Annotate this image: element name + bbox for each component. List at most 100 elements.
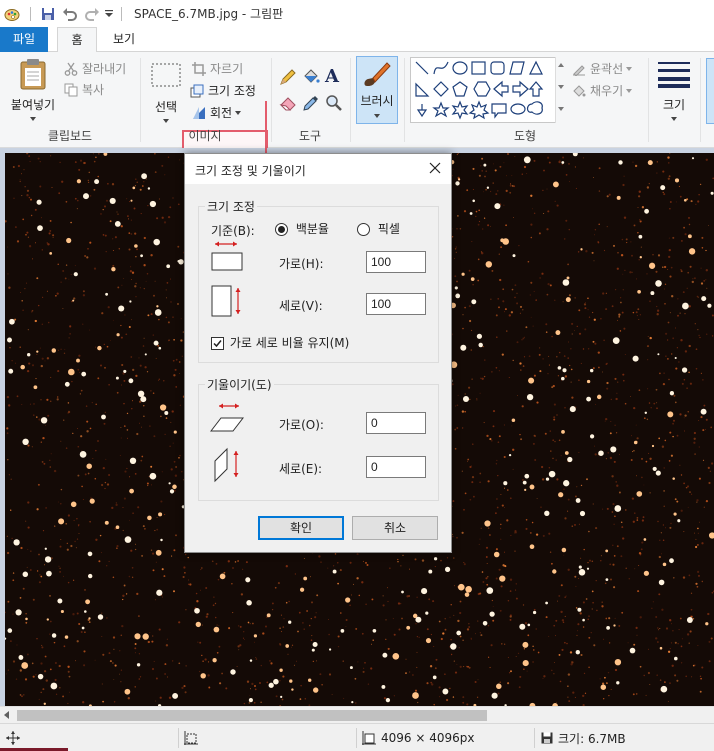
tab-view[interactable]: 보기 [104, 27, 144, 52]
shapes-group-label: 도형 [513, 129, 537, 143]
group-separator [648, 58, 649, 142]
expand-gallery-icon[interactable] [558, 107, 564, 111]
chevron-down-icon[interactable] [558, 85, 564, 89]
copy-button[interactable]: 복사 [64, 81, 104, 98]
shapes-grid-icon [415, 60, 544, 120]
resize-icon [190, 84, 204, 98]
rotate-icon [192, 106, 206, 120]
resize-section-title: 크기 조정 [205, 198, 257, 215]
resize-label: 크기 조정 [208, 84, 256, 98]
resize-vertical-input[interactable] [366, 293, 426, 315]
cursor-position-icon [6, 724, 20, 751]
size-label: 크기 [662, 98, 686, 112]
rotate-button[interactable]: 회전 [192, 104, 242, 121]
group-separator [404, 58, 405, 142]
save-icon[interactable] [37, 0, 59, 27]
crop-button[interactable]: 자르기 [192, 60, 243, 77]
dialog-title: 크기 조정 및 기울이기 [195, 164, 306, 178]
status-separator [178, 728, 179, 748]
maintain-ratio-label: 가로 세로 비율 유지(M) [229, 336, 350, 350]
color-swatch-partial[interactable] [706, 58, 714, 124]
scissors-icon [64, 62, 78, 76]
paste-button[interactable]: 붙여넣기 [6, 58, 60, 126]
eraser-icon[interactable] [279, 94, 297, 115]
skew-section-title: 기울이기(도) [205, 376, 274, 393]
scrollbar-thumb[interactable] [17, 710, 487, 721]
select-button[interactable]: 선택 [146, 58, 186, 126]
maintain-ratio-box[interactable] [211, 337, 224, 350]
resize-vertical-icon [211, 284, 245, 321]
file-size-text: 크기: 6.7MB [558, 731, 626, 746]
undo-icon[interactable] [59, 0, 81, 27]
image-size-icon [362, 731, 376, 745]
percent-label: 백분율 [295, 222, 329, 236]
tools-group-label: 도구 [298, 129, 322, 143]
copy-label: 복사 [82, 83, 105, 97]
scroll-left-icon[interactable] [4, 711, 9, 719]
file-size: 크기: 6.7MB [541, 724, 626, 751]
selection-size-icon [184, 724, 198, 751]
shapes-scrollbar[interactable] [555, 57, 566, 123]
chevron-down-icon [374, 114, 380, 118]
window-title: SPACE_6.7MB.jpg - 그림판 [134, 7, 284, 21]
outline-button[interactable]: 윤곽선 [572, 60, 633, 77]
line-width-icon [658, 62, 690, 88]
percent-radio[interactable]: 백분율 [275, 220, 329, 237]
group-separator [700, 58, 701, 142]
ribbon: 붙여넣기 잘라내기 복사 클립보드 선택 자르기 크기 조정 회전 이미지 A [0, 52, 714, 152]
tab-home[interactable]: 홈 [57, 27, 97, 53]
skew-vertical-icon [211, 447, 245, 486]
pixels-label: 픽셀 [377, 222, 400, 236]
customize-toolbar-icon[interactable] [103, 0, 115, 27]
title-bar: SPACE_6.7MB.jpg - 그림판 [0, 0, 714, 27]
text-tool-icon[interactable]: A [325, 66, 339, 87]
percent-radio-circle[interactable] [275, 223, 288, 236]
size-button[interactable]: 크기 [654, 58, 694, 126]
cancel-button[interactable]: 취소 [352, 516, 438, 540]
resize-button[interactable]: 크기 조정 [190, 82, 256, 99]
skew-horizontal-input[interactable] [366, 412, 426, 434]
tab-file[interactable]: 파일 [0, 27, 48, 52]
chevron-down-icon [235, 110, 242, 115]
crop-label: 자르기 [210, 62, 244, 76]
fill-label: 채우기 [590, 84, 624, 98]
resize-horizontal-icon [211, 240, 245, 275]
shapes-gallery[interactable] [410, 57, 566, 123]
disk-icon [541, 732, 553, 744]
chevron-up-icon[interactable] [558, 63, 564, 67]
color-picker-icon[interactable] [302, 94, 320, 115]
pixels-radio[interactable]: 픽셀 [357, 220, 400, 237]
status-bar: 4096 × 4096px 크기: 6.7MB [0, 723, 714, 751]
paint-app-icon[interactable] [0, 0, 24, 27]
magnifier-icon[interactable] [325, 94, 343, 115]
outline-icon [572, 62, 586, 76]
copy-icon [64, 83, 78, 97]
pencil-icon[interactable] [279, 68, 297, 89]
crop-icon [192, 61, 206, 76]
ok-button[interactable]: 확인 [258, 516, 344, 540]
ribbon-tabs: 파일 홈 보기 [0, 27, 714, 53]
close-icon[interactable] [427, 160, 443, 176]
clipboard-icon [20, 59, 46, 90]
redo-icon[interactable] [81, 0, 103, 27]
brushes-label: 브러시 [360, 94, 394, 108]
by-label: 기준(B): [211, 224, 255, 238]
maintain-ratio-checkbox[interactable]: 가로 세로 비율 유지(M) [211, 334, 349, 351]
resize-vertical-label: 세로(V): [279, 299, 323, 313]
chevron-down-icon [626, 88, 633, 93]
fill-button[interactable]: 채우기 [572, 82, 633, 99]
cut-button[interactable]: 잘라내기 [64, 60, 126, 77]
horizontal-scrollbar[interactable] [0, 706, 714, 723]
rotate-label: 회전 [210, 106, 233, 120]
fill-bucket-icon[interactable] [302, 68, 320, 89]
brushes-button[interactable]: 브러시 [356, 56, 398, 124]
pixels-radio-circle[interactable] [357, 223, 370, 236]
chevron-down-icon [163, 119, 169, 123]
skew-horizontal-label: 가로(O): [279, 418, 324, 432]
paste-label: 붙여넣기 [10, 98, 56, 112]
skew-vertical-input[interactable] [366, 456, 426, 478]
group-separator [350, 58, 351, 142]
resize-horizontal-input[interactable] [366, 251, 426, 273]
status-separator [534, 728, 535, 748]
group-separator [140, 58, 141, 142]
